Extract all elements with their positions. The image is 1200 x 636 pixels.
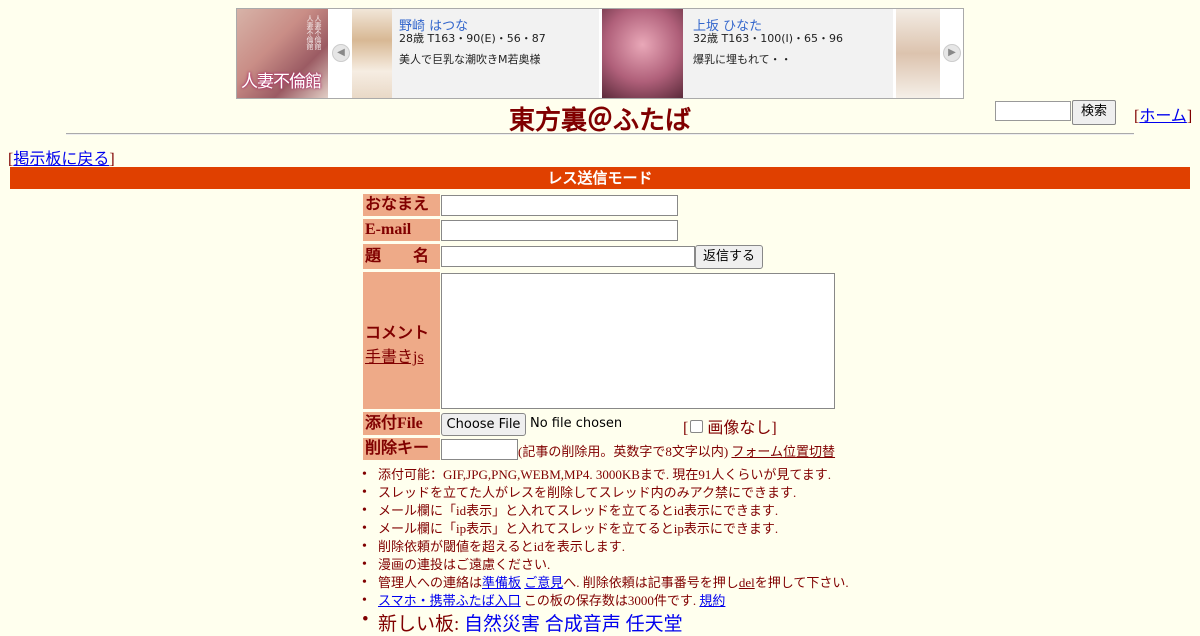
subject-input[interactable] [441, 246, 695, 267]
file-status-text: No file chosen [530, 416, 623, 431]
comment-label: コメント [365, 325, 430, 342]
delete-key-label: 削除キー [363, 438, 440, 460]
form-position-toggle-link[interactable]: フォーム位置切替 [731, 444, 835, 459]
search-input[interactable] [995, 101, 1071, 121]
list-item: 削除依頼が閾値を超えるとidを表示します. [362, 538, 849, 556]
choose-file-button[interactable]: Choose File [441, 413, 526, 436]
mobile-entry-link[interactable]: スマホ・携帯ふたば入口 [378, 593, 521, 608]
ad-card-photo [602, 9, 683, 98]
comment-label-cell: コメント 手書きjs [363, 272, 440, 409]
list-item: 添付可能：GIF,JPG,PNG,WEBM,MP4. 3000KBまで. 現在9… [362, 466, 849, 484]
delete-request-suffix: を押して下さい. [754, 575, 849, 590]
ad-card[interactable]: 野崎 はつな 28歳 T163・90(E)・56・87 美人で巨乳な潮吹きM若奥… [352, 9, 599, 98]
ad-logo-text: 人妻不倫館 [241, 72, 322, 92]
contact-text: 管理人への連絡は [378, 575, 483, 590]
header-divider [66, 133, 1134, 135]
ad-card-description: 爆乳に埋もれて・・ [693, 53, 792, 66]
ad-card-photo [352, 9, 392, 98]
reply-mode-bar: レス送信モード [10, 167, 1190, 189]
ad-card-stats: 32歳 T163・100(I)・65・96 [693, 32, 844, 45]
ad-banner[interactable]: 人妻不倫館人妻不倫館 人妻不倫館 ◀ 野崎 はつな 28歳 T163・90(E)… [236, 8, 964, 99]
ad-logo-decoration: 人妻不倫館人妻不倫館 [306, 15, 322, 50]
delete-key-input[interactable] [441, 439, 518, 460]
list-item: 管理人への連絡は準備板 ご意見へ. 削除依頼は記事番号を押しdelを押して下さい… [362, 574, 849, 592]
ad-logo-image[interactable]: 人妻不倫館人妻不倫館 人妻不倫館 [237, 9, 328, 98]
feedback-link[interactable]: ご意見 [524, 575, 563, 590]
no-image-option: [画像なし] [683, 420, 777, 437]
delete-request-text: へ. 削除依頼は記事番号を押し [563, 575, 739, 590]
submit-reply-button[interactable]: 返信する [695, 245, 763, 269]
back-to-board-link[interactable]: 掲示板に戻る [13, 151, 109, 168]
prep-board-link[interactable]: 準備板 [482, 575, 521, 590]
new-boards: 新しい板: 自然災害 合成音声 任天堂 [362, 609, 683, 636]
list-item: スマホ・携帯ふたば入口 この板の保存数は3000件です. 規約 [362, 592, 849, 610]
ad-card-photo[interactable] [896, 9, 940, 98]
handwriting-js-link[interactable]: 手書きjs [365, 349, 424, 366]
new-board-link[interactable]: 合成音声 [545, 614, 621, 635]
delete-key-hint: (記事の削除用。英数字で8文字以内) フォーム位置切替 [518, 441, 835, 460]
no-image-checkbox[interactable] [690, 420, 704, 433]
list-item: 漫画の連投はご遠慮ください. [362, 556, 849, 574]
ad-card-stats: 28歳 T163・90(E)・56・87 [399, 32, 546, 45]
terms-link[interactable]: 規約 [699, 593, 725, 608]
home-link-wrapper: [ホーム] [1134, 108, 1193, 125]
new-boards-label: 新しい板: [378, 614, 460, 635]
save-count-text: この板の保存数は3000件です. [520, 593, 697, 608]
notes-list: 添付可能：GIF,JPG,PNG,WEBM,MP4. 3000KBまで. 現在9… [362, 466, 849, 610]
no-image-label: 画像なし [707, 420, 772, 437]
carousel-prev-icon[interactable]: ◀ [332, 44, 350, 62]
email-label: E-mail [363, 219, 440, 241]
list-item: メール欄に「id表示」と入れてスレッドを立てるとid表示にできます. [362, 502, 849, 520]
carousel-next-icon[interactable]: ▶ [943, 44, 961, 62]
name-label: おなまえ [363, 194, 440, 216]
file-label: 添付File [363, 412, 440, 435]
list-item: スレッドを立てた人がレスを削除してスレッド内のみアク禁にできます. [362, 484, 849, 502]
subject-label: 題 名 [363, 244, 440, 269]
email-input[interactable] [441, 220, 678, 241]
back-link-wrapper: [掲示板に戻る] [8, 151, 115, 168]
name-input[interactable] [441, 195, 678, 216]
ad-card[interactable]: 上坂 ひなた 32歳 T163・100(I)・65・96 爆乳に埋もれて・・ [602, 9, 893, 98]
new-board-link[interactable]: 自然災害 [464, 614, 540, 635]
delete-key-hint-text: (記事の削除用。英数字で8文字以内) [518, 444, 729, 459]
new-board-link[interactable]: 任天堂 [626, 614, 683, 635]
ad-card-description: 美人で巨乳な潮吹きM若奥様 [399, 53, 541, 66]
comment-textarea[interactable] [441, 273, 835, 409]
search-button[interactable]: 検索 [1072, 100, 1116, 125]
del-link[interactable]: del [739, 575, 755, 590]
list-item: メール欄に「ip表示」と入れてスレッドを立てるとip表示にできます. [362, 520, 849, 538]
home-link[interactable]: ホーム [1139, 108, 1187, 125]
